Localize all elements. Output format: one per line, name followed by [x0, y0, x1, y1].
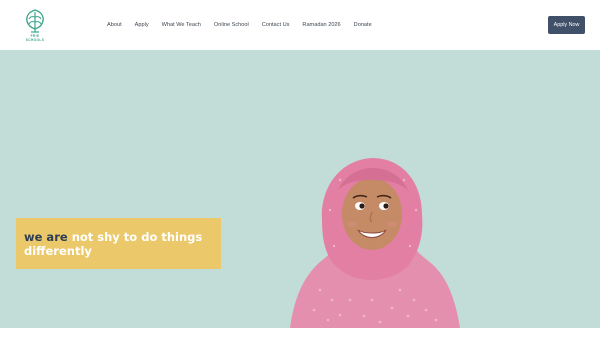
hero-headline-box: we are not shy to do things differently — [16, 218, 221, 269]
nav-item-donate[interactable]: Donate — [354, 20, 372, 30]
nav-item-ramadan[interactable]: Ramadan 2026 — [302, 20, 340, 30]
nav-item-contact-us[interactable]: Contact Us — [262, 20, 290, 30]
apply-now-button[interactable]: Apply Now — [548, 16, 585, 34]
site-logo[interactable]: FRIE SCHOOLS — [22, 8, 48, 42]
hero-girl-image — [290, 158, 460, 328]
logo-text: FRIE SCHOOLS — [25, 34, 45, 42]
nav-item-about[interactable]: About — [107, 20, 122, 30]
headline-emphasis: we are — [24, 230, 68, 244]
hero-headline: we are not shy to do things differently — [24, 230, 214, 258]
nav-item-online-school[interactable]: Online School — [214, 20, 249, 30]
main-nav: About Apply What We Teach Online School … — [107, 20, 385, 30]
site-header: FRIE SCHOOLS About Apply What We Teach O… — [0, 0, 600, 50]
tree-leaf-logo-icon — [26, 9, 44, 33]
below-hero-strip — [0, 328, 600, 338]
hero-section: we are not shy to do things differently — [0, 50, 600, 328]
nav-item-what-we-teach[interactable]: What We Teach — [162, 20, 201, 30]
nav-item-apply[interactable]: Apply — [135, 20, 149, 30]
